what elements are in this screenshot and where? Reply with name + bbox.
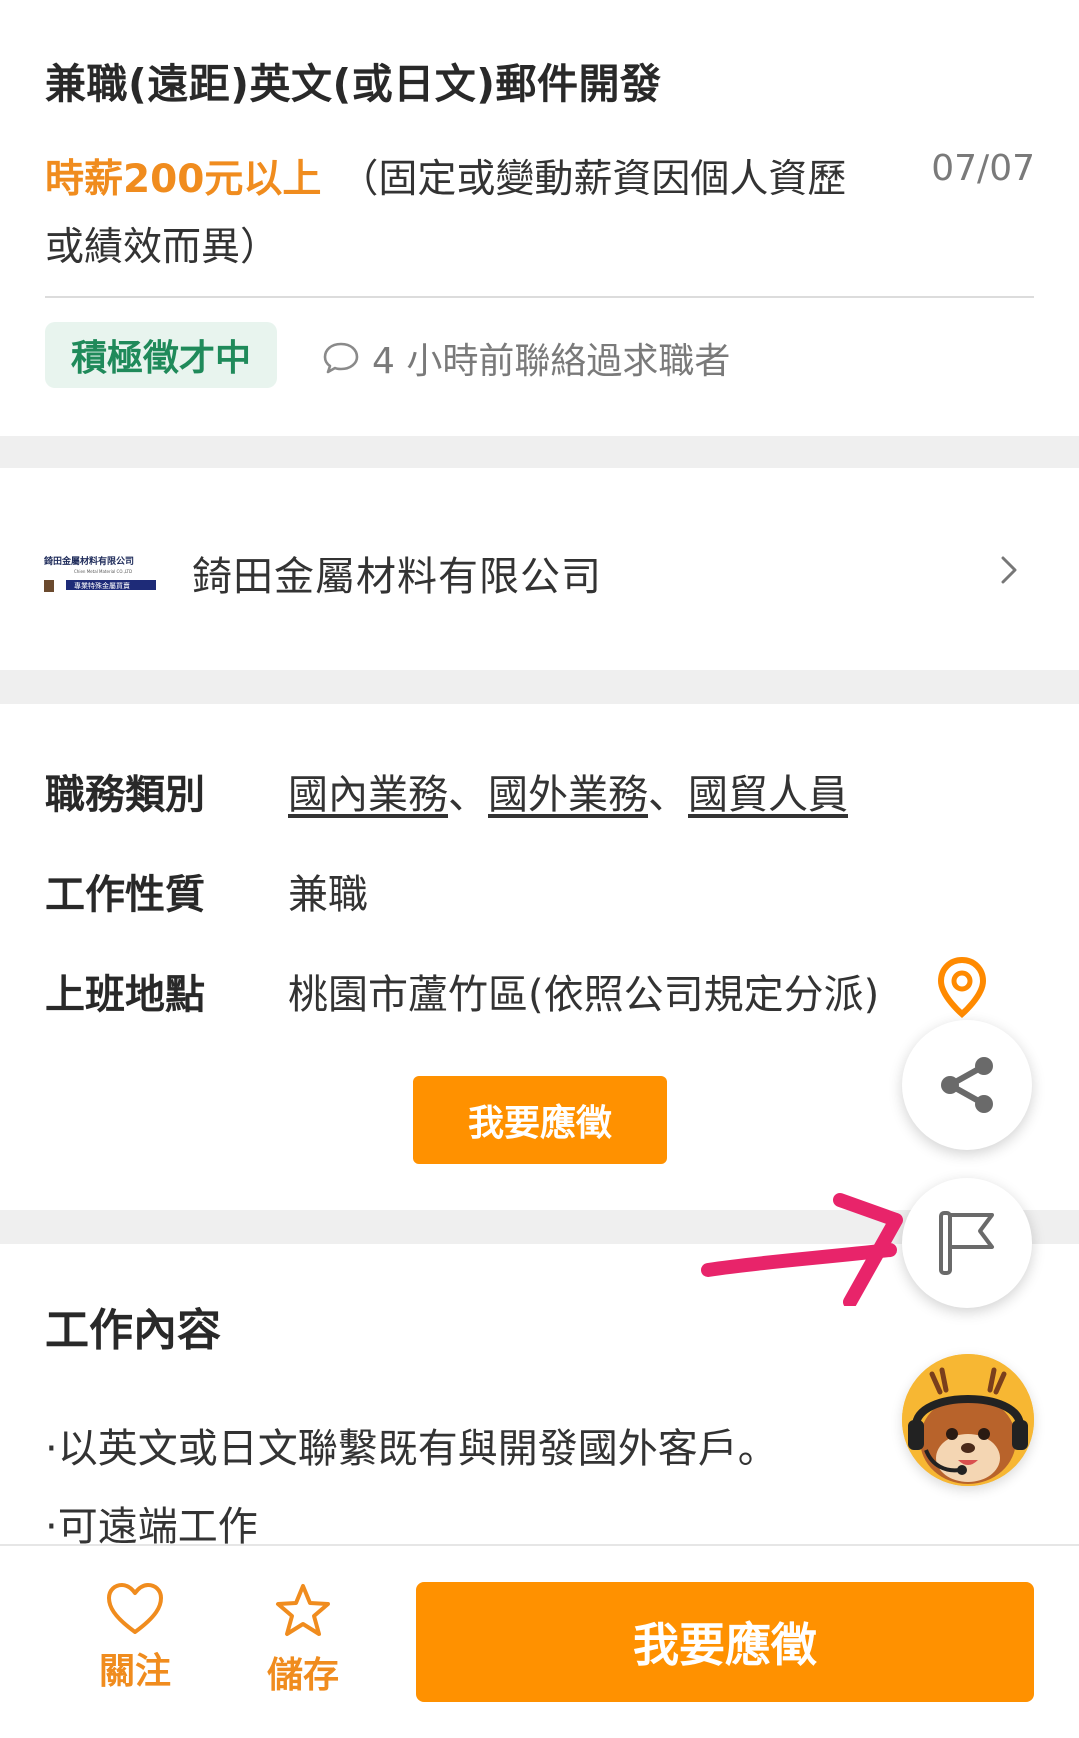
category-link-overseas-sales[interactable]: 國外業務 [488,772,648,818]
salary: 時薪200元以上 [45,157,322,202]
company-logo: 錡田金屬材料有限公司 Chien Metal Material CO.,LTD … [44,554,156,594]
deer-mascot-icon [902,1354,1034,1486]
section-gap [0,670,1079,704]
annotation-arrow [701,1193,903,1306]
svg-text:錡田金屬材料有限公司: 錡田金屬材料有限公司 [44,555,134,567]
assistant-mascot-button[interactable] [902,1354,1034,1486]
category-label: 職務類別 [45,772,205,818]
company-row[interactable]: 錡田金屬材料有限公司 Chien Metal Material CO.,LTD … [0,468,1079,670]
job-type-label: 工作性質 [45,872,205,918]
svg-text:Chien Metal Material CO.,LTD: Chien Metal Material CO.,LTD [74,569,132,574]
svg-text:專業特殊金屬買賣: 專業特殊金屬買賣 [74,581,130,590]
category-link-trade-staff[interactable]: 國貿人員 [688,772,848,818]
share-icon [941,1057,993,1113]
description-heading: 工作內容 [45,1305,221,1356]
star-icon [276,1584,330,1636]
report-button[interactable] [902,1178,1032,1308]
chat-bubble-icon [323,342,359,374]
save-label: 儲存 [266,1655,339,1696]
hiring-badge: 積極徵才中 [45,322,277,388]
apply-button[interactable]: 我要應徵 [416,1582,1034,1702]
section-gap [0,436,1079,468]
category-links: 國內業務、國外業務、國貿人員 [288,772,848,818]
description-line: ·以英文或日文聯繫既有與開發國外客戶。 [45,1426,778,1472]
apply-button-inline[interactable]: 我要應徵 [413,1076,667,1164]
contact-status: 4 小時前聯絡過求職者 [322,332,730,384]
follow-button[interactable]: 關注 [80,1582,190,1694]
follow-label: 關注 [98,1651,171,1692]
job-type-value: 兼職 [288,872,368,918]
share-button[interactable] [902,1020,1032,1150]
category-link-domestic-sales[interactable]: 國內業務 [288,772,448,818]
flag-icon [939,1211,994,1275]
map-pin-icon[interactable] [934,956,990,1018]
contact-status-text: 4 小時前聯絡過求職者 [372,341,731,382]
location-value: 桃園市蘆竹區(依照公司規定分派) [288,972,880,1018]
post-date: 07/07 [931,148,1035,189]
chevron-right-icon[interactable] [991,552,1027,588]
save-button[interactable]: 儲存 [248,1582,358,1698]
location-label: 上班地點 [45,972,205,1018]
salary-block: 時薪200元以上 （固定或變動薪資因個人資歷或績效而異） [45,146,885,282]
divider [45,296,1034,298]
heart-icon [107,1583,163,1634]
company-name[interactable]: 錡田金屬材料有限公司 [192,544,602,602]
job-header: 兼職(遠距)英文(或日文)郵件開發 時薪200元以上 （固定或變動薪資因個人資歷或… [0,0,1079,436]
job-title: 兼職(遠距)英文(或日文)郵件開發 [45,60,662,108]
bottom-action-bar: 關注 儲存 我要應徵 [0,1544,1079,1738]
